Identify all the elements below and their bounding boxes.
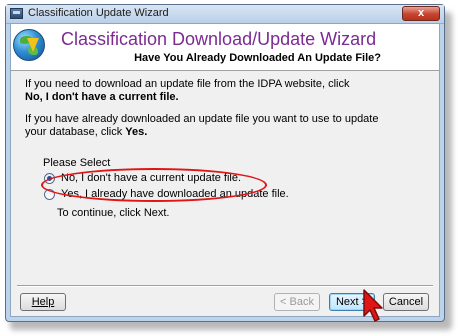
continue-instruction: To continue, click Next. — [57, 207, 170, 219]
window-title: Classification Update Wizard — [28, 7, 169, 19]
app-icon — [10, 8, 23, 19]
back-button[interactable]: < Back — [274, 293, 320, 311]
wizard-client-area: Classification Download/Update Wizard Ha… — [10, 23, 440, 317]
globe-download-icon — [13, 29, 45, 61]
cancel-button[interactable]: Cancel — [383, 293, 429, 311]
help-button[interactable]: Help — [20, 293, 66, 311]
wizard-subtitle: Have You Already Downloaded An Update Fi… — [134, 52, 381, 64]
wizard-header: Classification Download/Update Wizard Ha… — [11, 24, 439, 71]
red-arrow-cursor-icon — [363, 289, 383, 322]
please-select-label: Please Select — [43, 157, 111, 169]
wizard-window: Classification Update Wizard x Classific… — [5, 4, 445, 322]
red-highlight-ellipse — [41, 168, 267, 202]
footer-divider — [17, 285, 433, 287]
close-button[interactable]: x — [402, 6, 440, 21]
title-bar[interactable]: Classification Update Wizard x — [6, 5, 444, 24]
instruction-download: If you need to download an update file f… — [25, 78, 350, 103]
instruction-update: If you have already downloaded an update… — [25, 113, 379, 138]
wizard-title: Classification Download/Update Wizard — [61, 29, 377, 49]
